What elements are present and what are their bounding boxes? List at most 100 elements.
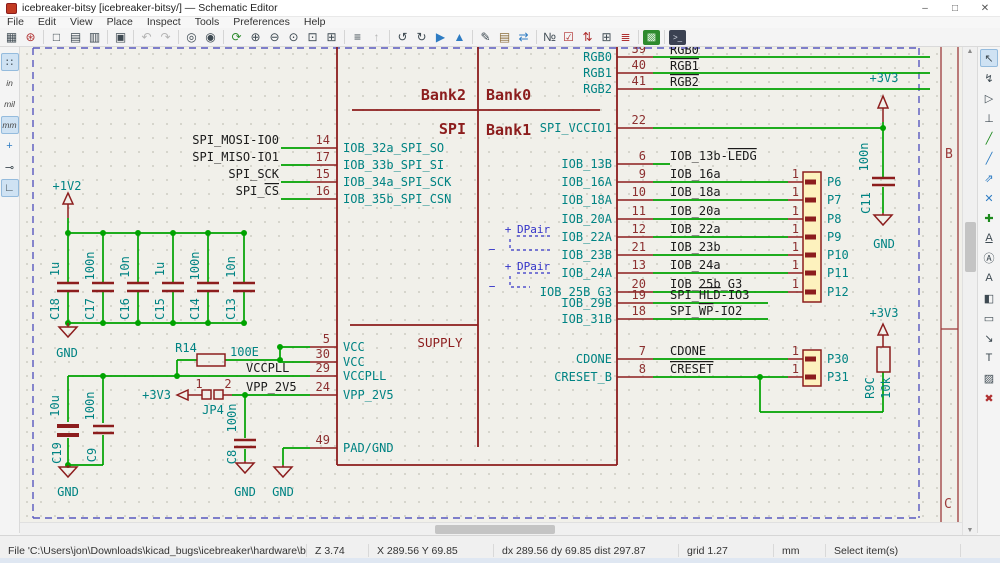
- scroll-down-arrow[interactable]: ▼: [963, 527, 977, 534]
- erc-icon[interactable]: ☑: [559, 29, 578, 46]
- rgb-net-labels[interactable]: RGB0 RGB1 RGB2: [670, 47, 699, 89]
- net-label-vccpll[interactable]: VCCPLL: [246, 361, 289, 375]
- add-power-icon[interactable]: ⊥: [980, 109, 998, 127]
- close-button[interactable]: ✕: [970, 0, 1000, 16]
- redo-icon[interactable]: ↷: [156, 29, 175, 46]
- capacitor-c8[interactable]: 100n C8 GND: [225, 404, 256, 499]
- menu-preferences[interactable]: Preferences: [226, 17, 297, 28]
- connector-config[interactable]: 1 1 P30 P31: [788, 344, 849, 386]
- zoom-page-icon[interactable]: ⊙: [284, 29, 303, 46]
- refresh-icon[interactable]: ⟳: [227, 29, 246, 46]
- schematic-canvas[interactable]: B C Bank2 Bank0 SPI Bank1 SUPPLY: [20, 47, 962, 522]
- dpair-annotations[interactable]: + DPair − + DPair −: [489, 223, 553, 293]
- config-net-labels[interactable]: CDONE CRESET: [670, 344, 713, 376]
- find-icon[interactable]: ◎: [182, 29, 201, 46]
- mirror-vertical-icon[interactable]: ▶: [431, 29, 450, 46]
- units-mils-icon[interactable]: mil: [1, 95, 19, 113]
- units-inches-icon[interactable]: in: [1, 74, 19, 92]
- symbol-fields-table-icon[interactable]: ⊞: [597, 29, 616, 46]
- add-global-label-icon[interactable]: Ⓐ: [980, 249, 998, 267]
- open-pcb-editor-icon[interactable]: ▩: [643, 30, 660, 45]
- menu-help[interactable]: Help: [297, 17, 333, 28]
- grid-visibility-icon[interactable]: ∷: [1, 53, 19, 71]
- add-sheet-icon[interactable]: ▭: [980, 309, 998, 327]
- mirror-horizontal-icon[interactable]: ▲: [450, 29, 469, 46]
- connector-io[interactable]: 1 1 1 1 1 1 1 P6 P7 P8 P9 P10 P11 P12: [788, 167, 849, 302]
- add-hier-label-icon[interactable]: ◧: [980, 289, 998, 307]
- add-bus-entry-icon[interactable]: ⇗: [980, 169, 998, 187]
- scripting-console-icon[interactable]: >_: [669, 30, 686, 45]
- horizontal-scrollbar[interactable]: [20, 522, 962, 535]
- capacitor-c11[interactable]: +3V3 100n C11 GND: [857, 71, 898, 251]
- net-label: IOB_23b: [670, 240, 721, 254]
- rotate-ccw-icon[interactable]: ↺: [393, 29, 412, 46]
- jumper-jp4[interactable]: +3V3 1 2 JP4: [142, 377, 232, 417]
- add-no-connect-icon[interactable]: ✕: [980, 189, 998, 207]
- leave-sheet-icon[interactable]: ↑: [367, 29, 386, 46]
- units-mm-icon[interactable]: mm: [1, 116, 19, 134]
- rotate-cw-icon[interactable]: ↻: [412, 29, 431, 46]
- assign-footprints-icon[interactable]: ⇄: [514, 29, 533, 46]
- zoom-out-icon[interactable]: ⊖: [265, 29, 284, 46]
- vertical-scroll-thumb[interactable]: [965, 222, 976, 272]
- add-image-icon[interactable]: ▨: [980, 369, 998, 387]
- maximize-button[interactable]: □: [940, 0, 970, 16]
- symbol-editor-icon[interactable]: ✎: [476, 29, 495, 46]
- status-message: File 'C:\Users\jon\Downloads\kicad_bugs\…: [0, 544, 306, 557]
- scroll-up-arrow[interactable]: ▲: [963, 48, 977, 55]
- paste-icon[interactable]: ▣: [111, 29, 130, 46]
- add-text-icon[interactable]: T: [980, 349, 998, 367]
- io-net-labels[interactable]: IOB_13b-LEDG IOB_16a IOB_18a IOB_20a IOB…: [670, 149, 757, 318]
- menu-edit[interactable]: Edit: [31, 17, 63, 28]
- pin-number: 49: [316, 433, 330, 447]
- save-icon[interactable]: ▦: [2, 29, 21, 46]
- status-units: mm: [773, 544, 825, 557]
- hierarchy-navigator-icon[interactable]: ≡: [348, 29, 367, 46]
- cursor-shape-icon[interactable]: +: [1, 137, 19, 155]
- hv-wires-icon[interactable]: ∟: [1, 179, 19, 197]
- highlight-net-icon[interactable]: ↯: [980, 69, 998, 87]
- pin-name: IOB_34a_SPI_SCK: [343, 175, 452, 189]
- new-sheet-icon[interactable]: □: [47, 29, 66, 46]
- symbol-library-browser-icon[interactable]: ▤: [495, 29, 514, 46]
- delete-tool-icon[interactable]: ✖: [980, 389, 998, 407]
- jumper-ref: JP4: [202, 403, 224, 417]
- left-net-labels[interactable]: SPI_MOSI-IO0 SPI_MISO-IO1 SPI_SCK SPI_CS: [192, 133, 279, 198]
- fpga-symbol[interactable]: Bank2 Bank0 SPI Bank1 SUPPLY 14 17 15 16…: [310, 47, 653, 465]
- add-netclass-directive-icon[interactable]: A: [980, 269, 998, 287]
- pin-name: RGB0: [583, 50, 612, 64]
- add-wire-icon[interactable]: ╱: [980, 129, 998, 147]
- capacitors-c19-c9[interactable]: 10u C19 100n C9 GND: [48, 392, 114, 499]
- decoupling-cap-bank[interactable]: +1V2 1u C18 100n C17 10n: [48, 179, 255, 360]
- add-label-icon[interactable]: A: [980, 229, 998, 247]
- menu-tools[interactable]: Tools: [188, 17, 227, 28]
- zoom-in-icon[interactable]: ⊕: [246, 29, 265, 46]
- zoom-fit-icon[interactable]: ⊡: [303, 29, 322, 46]
- net-label: SPI_SCK: [228, 167, 279, 181]
- menu-file[interactable]: File: [0, 17, 31, 28]
- print-icon[interactable]: ▤: [66, 29, 85, 46]
- annotate-icon[interactable]: №: [540, 29, 559, 46]
- horizontal-scroll-thumb[interactable]: [435, 525, 555, 534]
- update-pcb-icon[interactable]: ⇅: [578, 29, 597, 46]
- net-label-vpp2v5[interactable]: VPP_2V5: [246, 380, 297, 394]
- import-sheet-pin-icon[interactable]: ↘: [980, 329, 998, 347]
- vertical-scrollbar[interactable]: ▲ ▼: [962, 47, 977, 535]
- find-replace-icon[interactable]: ◉: [201, 29, 220, 46]
- plot-icon[interactable]: ▥: [85, 29, 104, 46]
- hidden-pins-icon[interactable]: ⊸: [1, 158, 19, 176]
- minimize-button[interactable]: –: [910, 0, 940, 16]
- menu-view[interactable]: View: [63, 17, 100, 28]
- zoom-selection-icon[interactable]: ⊞: [322, 29, 341, 46]
- add-bus-icon[interactable]: ╱: [980, 149, 998, 167]
- resistor-r9c[interactable]: +3V3 R9C 10k: [863, 306, 898, 399]
- schematic-setup-icon[interactable]: ⊛: [21, 29, 40, 46]
- menu-place[interactable]: Place: [100, 17, 140, 28]
- select-tool-icon[interactable]: ↖: [980, 49, 998, 67]
- menu-inspect[interactable]: Inspect: [140, 17, 188, 28]
- add-junction-icon[interactable]: ✚: [980, 209, 998, 227]
- bom-icon[interactable]: ≣: [616, 29, 635, 46]
- gnd-pad[interactable]: GND: [272, 465, 294, 499]
- undo-icon[interactable]: ↶: [137, 29, 156, 46]
- add-symbol-icon[interactable]: ▷: [980, 89, 998, 107]
